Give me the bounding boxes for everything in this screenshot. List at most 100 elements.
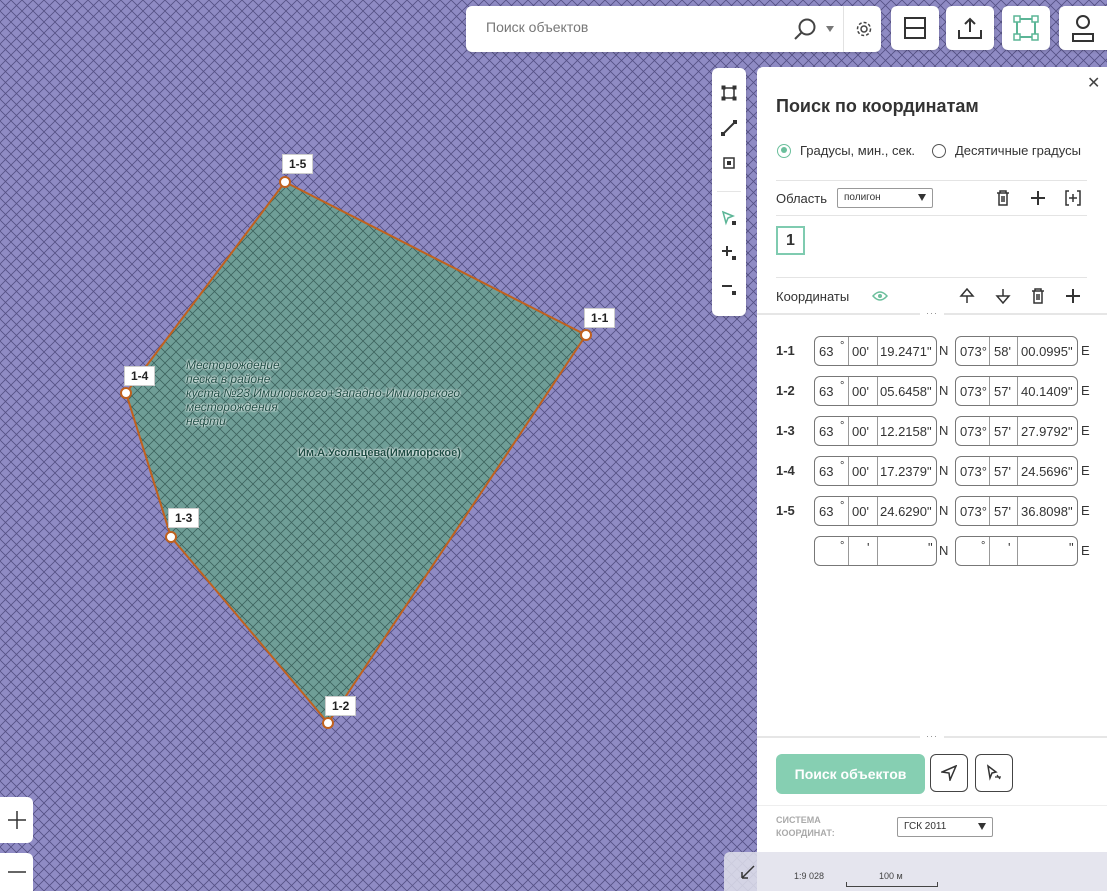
line-icon bbox=[721, 120, 737, 136]
draw-polygon-tool[interactable] bbox=[717, 81, 741, 105]
plus-icon[interactable] bbox=[1028, 188, 1048, 208]
separator bbox=[989, 417, 990, 445]
split-view-icon bbox=[904, 17, 926, 39]
coordinate-row-empty: ° ' " N ° ' " E bbox=[776, 536, 1096, 566]
add-vertex-tool[interactable] bbox=[717, 241, 741, 265]
separator bbox=[877, 537, 878, 565]
point-label-1-3: 1-3 bbox=[168, 508, 200, 528]
eraser-icon bbox=[986, 764, 1001, 781]
drag-dots-icon[interactable]: ··· bbox=[920, 732, 944, 741]
latitude-input[interactable]: 63 ° 00' 05.6458" bbox=[814, 376, 937, 406]
system-label-line2: КООРДИНАТ: bbox=[776, 828, 835, 838]
user-button[interactable] bbox=[1059, 6, 1107, 50]
split-view-button[interactable] bbox=[891, 6, 939, 50]
vertex-marker-1-1[interactable] bbox=[580, 329, 592, 341]
measure-icon[interactable] bbox=[740, 864, 756, 885]
search-objects-button[interactable]: Поиск объектов bbox=[776, 754, 925, 794]
polygon-icon bbox=[721, 85, 737, 101]
lon-minutes: 57' bbox=[994, 504, 1011, 519]
select-tool[interactable] bbox=[717, 206, 741, 230]
chevron-down-icon bbox=[918, 194, 926, 201]
remove-vertex-tool[interactable] bbox=[717, 276, 741, 300]
add-polygon-icon[interactable] bbox=[1063, 188, 1083, 208]
coordinate-system-select[interactable]: ГСК 2011 bbox=[897, 817, 993, 837]
latitude-input[interactable]: 63 ° 00' 19.2471" bbox=[814, 336, 937, 366]
lat-seconds: 17.2379" bbox=[880, 464, 932, 479]
export-button[interactable] bbox=[946, 6, 994, 50]
separator bbox=[877, 417, 878, 445]
close-icon[interactable]: ✕ bbox=[1087, 73, 1100, 93]
coordinate-row: 1-3 63 ° 00' 12.2158" N 073° 57' 27.9792… bbox=[776, 416, 1096, 446]
separator bbox=[1017, 417, 1018, 445]
longitude-input[interactable]: 073° 58' 00.0995" bbox=[955, 336, 1078, 366]
lon-seconds: 24.5696" bbox=[1021, 464, 1073, 479]
radio-decimal[interactable]: Десятичные градусы bbox=[932, 143, 1081, 158]
area-label: Область bbox=[776, 191, 828, 206]
longitude-input[interactable]: 073° 57' 27.9792" bbox=[955, 416, 1078, 446]
lat-degrees: 63 bbox=[819, 344, 834, 359]
radio-selected-icon bbox=[777, 143, 791, 158]
coordinate-search-button[interactable] bbox=[1002, 6, 1050, 50]
separator bbox=[877, 457, 878, 485]
longitude-input[interactable]: 073° 57' 24.5696" bbox=[955, 456, 1078, 486]
polygon-tab-1[interactable]: 1 bbox=[776, 226, 805, 255]
degree-sign: ° bbox=[840, 540, 845, 552]
longitude-input[interactable]: ° ' " bbox=[955, 536, 1078, 566]
latitude-input[interactable]: 63 ° 00' 12.2158" bbox=[814, 416, 937, 446]
select-arrow-icon bbox=[721, 210, 736, 226]
remove-vertex-icon bbox=[722, 285, 736, 295]
clear-button[interactable] bbox=[975, 754, 1013, 792]
divider bbox=[717, 191, 741, 192]
separator bbox=[989, 497, 990, 525]
draw-point-tool[interactable] bbox=[717, 151, 741, 175]
move-up-icon[interactable] bbox=[957, 286, 977, 306]
search-input[interactable] bbox=[484, 18, 778, 36]
row-label: 1-5 bbox=[776, 503, 795, 518]
area-type-select[interactable]: полигон bbox=[837, 188, 933, 208]
drawing-toolbar bbox=[712, 68, 746, 316]
gear-icon[interactable] bbox=[855, 20, 873, 43]
minus-icon bbox=[7, 871, 26, 873]
lat-minutes: 00' bbox=[852, 384, 869, 399]
longitude-input[interactable]: 073° 57' 40.1409" bbox=[955, 376, 1078, 406]
scale-bar: 1:9 028 100 м bbox=[724, 852, 1107, 891]
row-label: 1-3 bbox=[776, 423, 795, 438]
trash-icon[interactable] bbox=[993, 188, 1013, 208]
trash-icon[interactable] bbox=[1028, 286, 1048, 306]
lat-hemisphere: N bbox=[939, 383, 949, 398]
latitude-input[interactable]: 63 ° 00' 24.6290" bbox=[814, 496, 937, 526]
longitude-input[interactable]: 073° 57' 36.8098" bbox=[955, 496, 1078, 526]
separator bbox=[848, 457, 849, 485]
chevron-down-icon[interactable] bbox=[826, 26, 834, 32]
search-icon[interactable] bbox=[793, 17, 817, 46]
plus-icon[interactable] bbox=[1063, 286, 1083, 306]
divider bbox=[776, 277, 1087, 278]
point-label-1-5: 1-5 bbox=[282, 154, 314, 174]
radio-dms-label: Градусы, мин., сек. bbox=[800, 143, 916, 158]
vertex-marker-1-5[interactable] bbox=[279, 176, 291, 188]
navigate-button[interactable] bbox=[930, 754, 968, 792]
lat-degrees: 63 bbox=[819, 464, 834, 479]
vertex-marker-1-3[interactable] bbox=[165, 531, 177, 543]
zoom-out-button[interactable] bbox=[0, 853, 33, 891]
draw-line-tool[interactable] bbox=[717, 116, 741, 140]
field-label: Им.А.Усольцева(Имилорское) bbox=[298, 447, 461, 459]
separator bbox=[848, 377, 849, 405]
separator bbox=[1017, 497, 1018, 525]
lon-seconds: 27.9792" bbox=[1021, 424, 1073, 439]
vertex-marker-1-2[interactable] bbox=[322, 717, 334, 729]
vertex-marker-1-4[interactable] bbox=[120, 387, 132, 399]
area-type-value: полигон bbox=[844, 192, 881, 203]
coordinate-row: 1-5 63 ° 00' 24.6290" N 073° 57' 36.8098… bbox=[776, 496, 1096, 526]
radio-dms[interactable]: Градусы, мин., сек. bbox=[777, 143, 915, 158]
drag-dots-icon[interactable]: ··· bbox=[920, 309, 944, 318]
zoom-in-button[interactable] bbox=[0, 797, 33, 843]
latitude-input[interactable]: 63 ° 00' 17.2379" bbox=[814, 456, 937, 486]
latitude-input[interactable]: ° ' " bbox=[814, 536, 937, 566]
lon-degrees: 073° bbox=[960, 464, 987, 479]
lat-minutes: 00' bbox=[852, 464, 869, 479]
move-down-icon[interactable] bbox=[993, 286, 1013, 306]
lon-minutes: 58' bbox=[994, 344, 1011, 359]
separator bbox=[848, 417, 849, 445]
eye-icon[interactable] bbox=[870, 286, 890, 306]
